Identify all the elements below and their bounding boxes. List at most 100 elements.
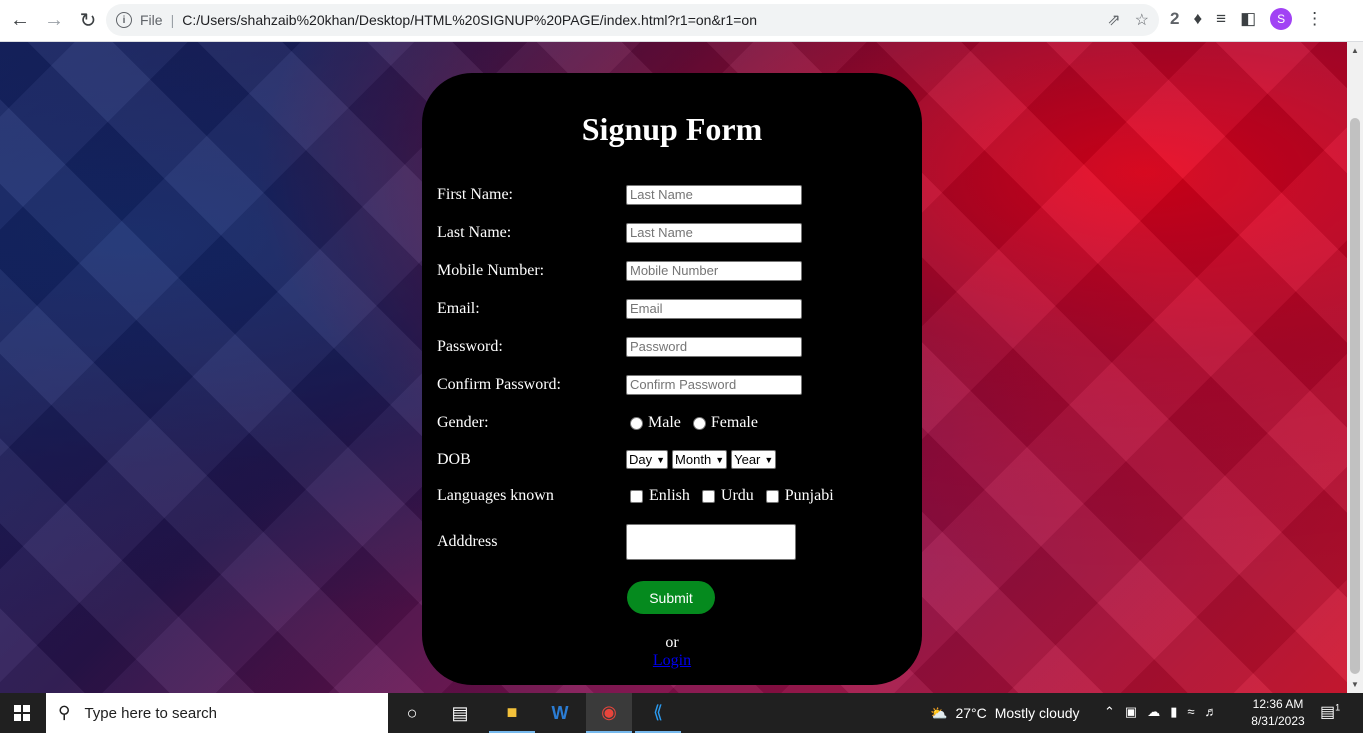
first-name-input[interactable]: Last Name bbox=[626, 185, 802, 205]
address-bar[interactable]: i File | C:/Users/shahzaib%20khan/Deskto… bbox=[106, 4, 1159, 36]
confirm-password-row: Confirm Password: Confirm Password bbox=[437, 375, 802, 395]
language-english-checkbox[interactable] bbox=[630, 489, 643, 503]
reload-icon[interactable]: ↻ bbox=[72, 5, 104, 37]
start-button[interactable] bbox=[0, 693, 44, 733]
last-name-input[interactable]: Last Name bbox=[626, 223, 802, 243]
dob-day-value: Day bbox=[629, 452, 653, 467]
clock-time: 12:36 AM bbox=[1252, 697, 1304, 711]
last-name-row: Last Name: Last Name bbox=[437, 223, 802, 243]
taskbar-clock[interactable]: 12:36 AM 8/31/2023 bbox=[1246, 696, 1310, 730]
dob-year-select[interactable]: Year ▼ bbox=[731, 450, 777, 469]
address-textarea[interactable] bbox=[626, 524, 796, 560]
chevron-down-icon: ▼ bbox=[764, 454, 774, 465]
scroll-up-icon[interactable]: ▲ bbox=[1351, 46, 1359, 55]
reading-list-icon[interactable]: ≡ bbox=[1216, 9, 1226, 29]
chevron-down-icon: ▼ bbox=[715, 454, 725, 465]
notification-count: 1 bbox=[1335, 702, 1341, 713]
confirm-password-input[interactable]: Confirm Password bbox=[626, 375, 802, 395]
chevron-down-icon: ▼ bbox=[656, 454, 666, 465]
first-name-row: First Name: Last Name bbox=[437, 185, 802, 205]
language-urdu-label: Urdu bbox=[720, 487, 754, 504]
system-tray: ⌃ ▣ ☁ ▮ ≈ ♬ bbox=[1104, 704, 1218, 720]
extensions-puzzle-icon[interactable]: ♦ bbox=[1193, 9, 1202, 29]
weather-temp: 27°C bbox=[955, 705, 987, 721]
email-input[interactable]: Email bbox=[626, 299, 802, 319]
languages-label: Languages known bbox=[437, 487, 554, 504]
confirm-password-label: Confirm Password: bbox=[437, 376, 561, 393]
windows-logo-icon bbox=[14, 705, 30, 721]
cortana-icon[interactable]: ○ bbox=[389, 693, 435, 733]
info-icon[interactable]: i bbox=[116, 12, 132, 28]
gender-male-radio[interactable] bbox=[630, 416, 643, 430]
chevron-up-icon[interactable]: ⌃ bbox=[1104, 704, 1115, 720]
mobile-label: Mobile Number: bbox=[437, 262, 545, 279]
email-label: Email: bbox=[437, 300, 480, 317]
back-icon[interactable]: ← bbox=[4, 5, 36, 37]
notification-center-icon[interactable]: ▤1 bbox=[1320, 702, 1340, 722]
profile-avatar[interactable]: S bbox=[1270, 8, 1293, 30]
language-punjabi-label: Punjabi bbox=[784, 487, 834, 504]
dob-year-value: Year bbox=[734, 452, 761, 467]
chrome-icon[interactable]: ◉ bbox=[586, 693, 632, 733]
password-input[interactable]: Password bbox=[626, 337, 802, 357]
languages-row: Languages known Enlish Urdu Punjabi bbox=[437, 487, 842, 505]
meet-now-icon[interactable]: ▣ bbox=[1125, 704, 1137, 720]
task-view-icon[interactable]: ▤ bbox=[437, 693, 483, 733]
search-placeholder: Type here to search bbox=[84, 704, 218, 722]
language-punjabi-checkbox[interactable] bbox=[765, 489, 779, 503]
password-label: Password: bbox=[437, 338, 503, 355]
browser-toolbar: ← → ↻ i File | C:/Users/shahzaib%20khan/… bbox=[0, 0, 1363, 42]
signup-form: Signup Form First Name: Last Name Last N… bbox=[422, 73, 922, 685]
vscode-icon[interactable]: ⟪ bbox=[635, 693, 681, 733]
address-label: Adddress bbox=[437, 533, 498, 550]
clock-date: 8/31/2023 bbox=[1251, 714, 1305, 728]
wifi-icon[interactable]: ≈ bbox=[1187, 704, 1194, 720]
file-explorer-icon[interactable]: ■ bbox=[489, 693, 535, 733]
divider: | bbox=[170, 12, 175, 28]
word-icon[interactable]: W bbox=[537, 693, 583, 733]
page-background: Signup Form First Name: Last Name Last N… bbox=[0, 42, 1347, 693]
dob-row: DOB Day ▼ Month ▼ Year ▼ bbox=[437, 450, 780, 469]
dob-day-select[interactable]: Day ▼ bbox=[626, 450, 669, 469]
forward-icon[interactable]: → bbox=[38, 5, 70, 37]
email-row: Email: Email bbox=[437, 299, 802, 319]
gender-label: Gender: bbox=[437, 414, 489, 431]
dob-month-select[interactable]: Month ▼ bbox=[672, 450, 728, 469]
share-icon[interactable]: ⇗ bbox=[1107, 10, 1120, 30]
gender-male-label: Male bbox=[648, 414, 681, 431]
weather-widget[interactable]: ⛅ 27°C Mostly cloudy bbox=[930, 693, 1080, 733]
first-name-label: First Name: bbox=[437, 186, 513, 203]
file-scheme-label: File bbox=[140, 12, 163, 28]
volume-icon[interactable]: ♬ bbox=[1205, 704, 1218, 720]
mobile-row: Mobile Number: Mobile Number bbox=[437, 261, 802, 281]
scroll-down-icon[interactable]: ▼ bbox=[1351, 680, 1359, 689]
bookmark-star-icon[interactable]: ☆ bbox=[1135, 10, 1149, 30]
language-english-label: Enlish bbox=[649, 487, 690, 504]
extension-badge-icon[interactable]: 2 bbox=[1170, 9, 1179, 29]
weather-desc: Mostly cloudy bbox=[994, 705, 1080, 721]
dob-month-value: Month bbox=[675, 452, 712, 467]
gender-female-radio[interactable] bbox=[692, 416, 706, 430]
menu-kebab-icon[interactable]: ⋮ bbox=[1306, 9, 1323, 29]
last-name-label: Last Name: bbox=[437, 224, 512, 241]
gender-row: Gender: Male Female bbox=[437, 414, 766, 432]
url-text[interactable]: C:/Users/shahzaib%20khan/Desktop/HTML%20… bbox=[182, 12, 757, 28]
scrollbar-thumb[interactable] bbox=[1350, 118, 1360, 674]
gender-female-label: Female bbox=[710, 414, 758, 431]
address-row: Adddress bbox=[437, 524, 796, 560]
battery-icon[interactable]: ▮ bbox=[1170, 704, 1177, 720]
language-urdu-checkbox[interactable] bbox=[701, 489, 715, 503]
side-panel-icon[interactable]: ◧ bbox=[1240, 9, 1256, 29]
page-scrollbar[interactable]: ▲ ▼ bbox=[1347, 42, 1363, 693]
form-title: Signup Form bbox=[581, 111, 763, 147]
cloudy-weather-icon: ⛅ bbox=[930, 704, 948, 721]
windows-taskbar: ⚲ Type here to search ○ ▤ ■ W ◉ ⟪ ⛅ 27°C… bbox=[0, 693, 1363, 733]
search-icon: ⚲ bbox=[58, 703, 71, 722]
submit-button[interactable]: Submit bbox=[627, 581, 715, 614]
taskbar-search[interactable]: ⚲ Type here to search bbox=[46, 693, 388, 733]
onedrive-cloud-icon[interactable]: ☁ bbox=[1147, 704, 1160, 720]
mobile-input[interactable]: Mobile Number bbox=[626, 261, 802, 281]
or-text: or bbox=[665, 634, 679, 651]
login-link[interactable]: Login bbox=[422, 652, 922, 670]
password-row: Password: Password bbox=[437, 337, 802, 357]
